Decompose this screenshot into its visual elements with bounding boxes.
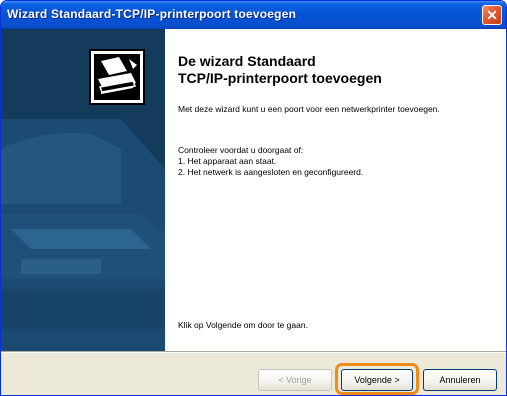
back-button[interactable]: < Vorige — [258, 369, 332, 391]
wizard-side-panel — [1, 29, 165, 351]
next-button[interactable]: Volgende > — [341, 369, 413, 391]
printer-wizard-icon — [89, 49, 145, 105]
wizard-content: De wizard Standaard TCP/IP-printerpoort … — [1, 29, 506, 351]
wizard-heading: De wizard Standaard TCP/IP-printerpoort … — [178, 53, 488, 87]
close-icon: ✕ — [486, 7, 498, 23]
heading-line-1: De wizard Standaard — [178, 53, 316, 69]
continue-text: Klik op Volgende om door te gaan. — [178, 320, 308, 330]
heading-line-2: TCP/IP-printerpoort toevoegen — [178, 70, 382, 86]
close-button[interactable]: ✕ — [482, 5, 502, 25]
check-intro: Controleer voordat u doorgaat of: — [178, 145, 304, 155]
check-item-2: 2. Het netwerk is aangesloten en geconfi… — [178, 167, 364, 177]
check-item-1: 1. Het apparaat aan staat. — [178, 156, 277, 166]
title-bar[interactable]: Wizard Standaard-TCP/IP-printerpoort toe… — [1, 1, 506, 29]
check-list: Controleer voordat u doorgaat of: 1. Het… — [178, 145, 488, 178]
intro-text: Met deze wizard kunt u een poort voor ee… — [178, 104, 440, 114]
cancel-button[interactable]: Annuleren — [423, 369, 497, 391]
wizard-window: Wizard Standaard-TCP/IP-printerpoort toe… — [0, 0, 507, 396]
window-title: Wizard Standaard-TCP/IP-printerpoort toe… — [7, 7, 297, 21]
wizard-footer: < Vorige Volgende > Annuleren — [1, 353, 506, 395]
